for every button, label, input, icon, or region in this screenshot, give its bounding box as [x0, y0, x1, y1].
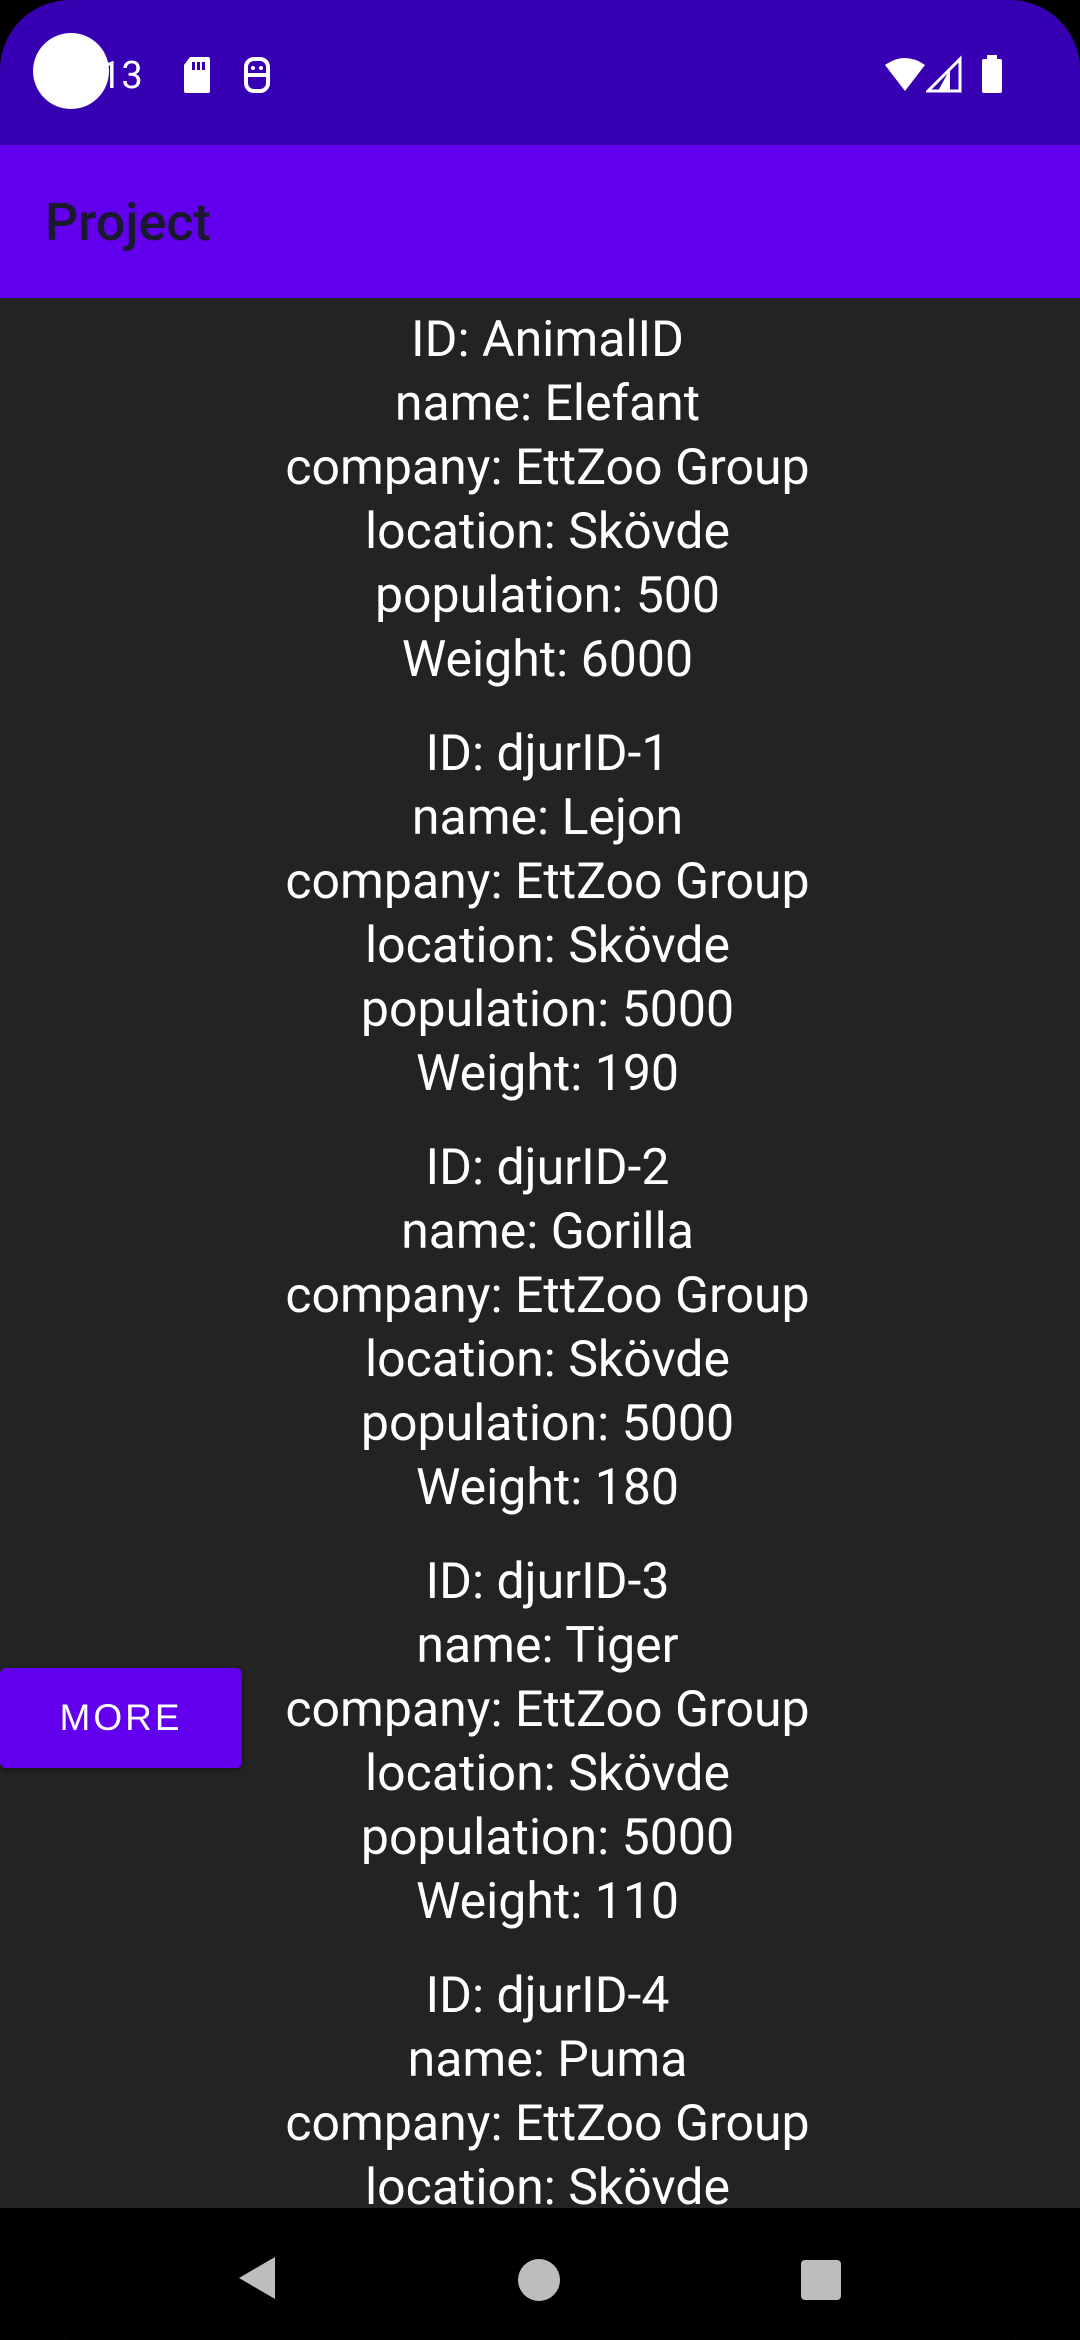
animal-entry: ID: djurID-1 name: Lejon company: EttZoo G… — [0, 722, 1080, 1106]
animal-id-text: ID: AnimalID — [411, 311, 684, 369]
animal-entries: ID: AnimalID name: Elefant company: EttZoo… — [0, 308, 1080, 2208]
more-button[interactable]: MORE — [0, 1668, 242, 1768]
animal-id-text: ID: djurID-1 — [425, 725, 670, 783]
animal-location-text: location: Skövde — [365, 1331, 730, 1389]
cell-signal-icon — [926, 55, 962, 93]
animal-weight-text: Weight: 110 — [415, 1873, 680, 1931]
animal-company-text: company: EttZoo Group — [285, 1267, 810, 1325]
animal-company-text: company: EttZoo Group — [285, 853, 810, 911]
animal-name-text: name: Gorilla — [401, 1203, 694, 1261]
animal-location-text: location: Skövde — [365, 917, 730, 975]
animal-location-text: location: Skövde — [365, 503, 730, 561]
animal-weight-text: Weight: 180 — [415, 1459, 680, 1517]
app-screen: 13 Project ID: AnimalID name: Elefant co… — [0, 0, 1080, 2340]
animal-location-text: location: Skövde — [365, 2159, 730, 2208]
animal-id-text: ID: djurID-2 — [425, 1139, 670, 1197]
app-title: Project — [45, 192, 211, 253]
animal-list[interactable]: ID: AnimalID name: Elefant company: EttZoo… — [0, 298, 1080, 2208]
animal-name-text: name: Elefant — [394, 375, 701, 433]
animal-company-text: company: EttZoo Group — [285, 2095, 810, 2153]
app-bar: Project — [0, 145, 1080, 298]
animal-weight-text: Weight: 6000 — [401, 631, 694, 689]
animal-population-text: population: 5000 — [360, 1395, 735, 1453]
battery-icon — [982, 55, 1002, 93]
animal-company-text: company: EttZoo Group — [285, 439, 810, 497]
navigation-bar — [0, 2208, 1080, 2340]
status-time: 13 — [100, 54, 143, 98]
status-bar: 13 — [0, 0, 1080, 145]
animal-entry: ID: AnimalID name: Elefant company: EttZoo… — [0, 308, 1080, 692]
recents-icon[interactable] — [801, 2260, 841, 2300]
animal-entry: ID: djurID-4 name: Puma company: EttZoo Gr… — [0, 1964, 1080, 2208]
animal-name-text: name: Puma — [407, 2031, 688, 2089]
animal-population-text: population: 5000 — [360, 981, 735, 1039]
home-icon[interactable] — [518, 2259, 560, 2301]
camera-cutout — [33, 33, 109, 109]
face-icon — [244, 57, 270, 93]
animal-name-text: name: Lejon — [411, 789, 684, 847]
animal-id-text: ID: djurID-3 — [425, 1553, 670, 1611]
sd-card-icon — [184, 57, 210, 93]
animal-population-text: population: 500 — [374, 567, 721, 625]
wifi-icon — [885, 58, 925, 91]
back-icon[interactable] — [235, 2253, 279, 2303]
animal-entry: ID: djurID-2 name: Gorilla company: EttZoo… — [0, 1136, 1080, 1520]
animal-id-text: ID: djurID-4 — [425, 1967, 670, 2025]
animal-weight-text: Weight: 190 — [415, 1045, 680, 1103]
animal-population-text: population: 5000 — [360, 1809, 735, 1867]
